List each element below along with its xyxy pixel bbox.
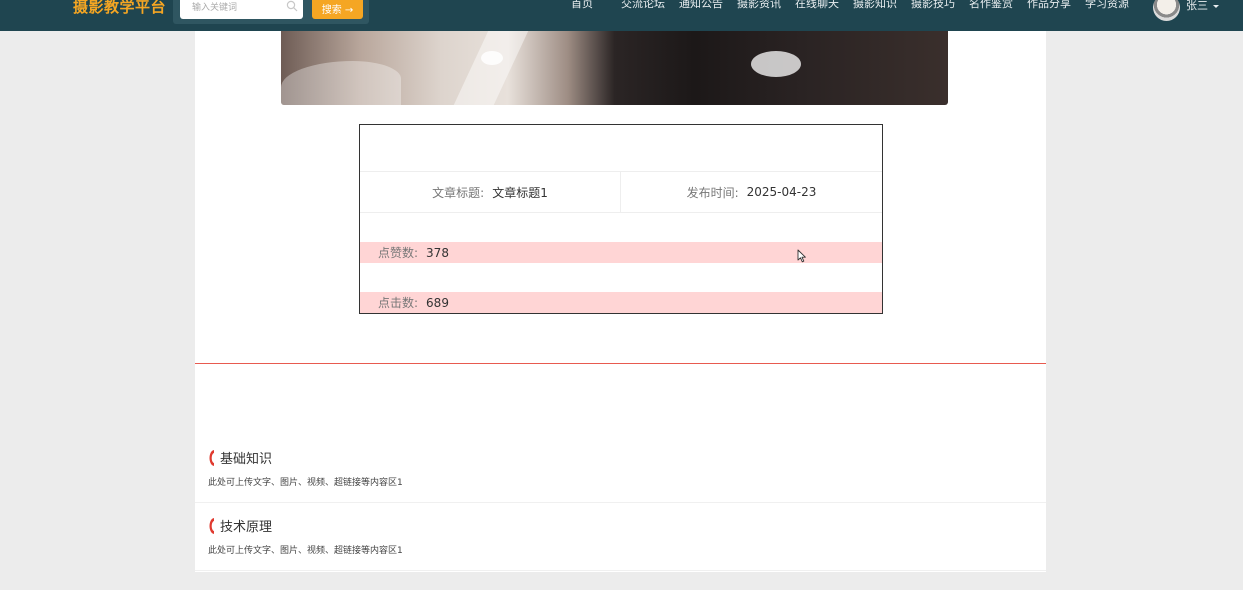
section-divider: [195, 363, 1046, 364]
content-section[interactable]: 技术原理 此处可上传文字、图片、视频、超链接等内容区1: [195, 503, 1046, 571]
title-cell: 文章标题: 文章标题1: [360, 172, 621, 212]
main-nav: 首页 交流论坛 通知公告 摄影资讯 在线聊天 摄影知识 摄影技巧 名作鉴赏 作品…: [571, 0, 1143, 11]
search-icon[interactable]: [286, 0, 298, 12]
article-info-table: 文章标题: 文章标题1 发布时间: 2025-04-23 点赞数: 378 点击…: [359, 124, 883, 314]
section-title-text: 技术原理: [220, 520, 273, 535]
site-logo[interactable]: 摄影教学平台: [73, 0, 166, 17]
search-button[interactable]: 搜索 →: [312, 0, 363, 19]
article-banner-image: [281, 31, 948, 105]
title-value: 文章标题1: [492, 185, 548, 200]
nav-item-knowledge[interactable]: 摄影知识: [853, 0, 897, 11]
section-marker-icon: [209, 449, 214, 466]
nav-item-news[interactable]: 摄影资讯: [737, 0, 781, 11]
nav-item-masterpieces[interactable]: 名作鉴赏: [969, 0, 1013, 11]
user-name: 张三: [1186, 0, 1208, 12]
date-cell: 发布时间: 2025-04-23: [621, 172, 882, 212]
nav-item-chat[interactable]: 在线聊天: [795, 0, 839, 11]
clicks-label: 点击数:: [378, 296, 419, 310]
search-bar: 搜索 →: [173, 0, 369, 24]
clicks-row: 点击数: 689: [360, 292, 882, 313]
content-section[interactable]: 基础知识 此处可上传文字、图片、视频、超链接等内容区1: [195, 435, 1046, 503]
likes-label: 点赞数:: [378, 246, 419, 260]
section-description: 此处可上传文字、图片、视频、超链接等内容区1: [208, 546, 403, 556]
nav-item-home[interactable]: 首页: [571, 0, 593, 11]
nav-item-forum[interactable]: 交流论坛: [621, 0, 665, 11]
chevron-down-icon: [1213, 4, 1219, 8]
section-title-text: 基础知识: [220, 452, 273, 467]
user-menu[interactable]: 张三: [1186, 0, 1219, 13]
section-marker-icon: [209, 517, 214, 534]
mouse-cursor-icon: [797, 249, 806, 263]
likes-value: 378: [426, 245, 449, 260]
clicks-value: 689: [426, 295, 449, 310]
avatar[interactable]: [1153, 0, 1180, 21]
section-title: 基础知识: [207, 448, 272, 467]
date-value: 2025-04-23: [746, 185, 817, 199]
section-description: 此处可上传文字、图片、视频、超链接等内容区1: [208, 478, 403, 488]
section-title: 技术原理: [207, 516, 272, 535]
nav-item-resources[interactable]: 学习资源: [1085, 0, 1129, 11]
top-navbar: 摄影教学平台 搜索 → 首页 交流论坛 通知公告 摄影资讯 在线聊天 摄影知识 …: [0, 0, 1243, 31]
title-label: 文章标题:: [432, 185, 485, 200]
nav-item-notices[interactable]: 通知公告: [679, 0, 723, 11]
nav-item-works[interactable]: 作品分享: [1027, 0, 1071, 11]
search-input[interactable]: [180, 0, 303, 19]
nav-item-skills[interactable]: 摄影技巧: [911, 0, 955, 11]
title-date-row: 文章标题: 文章标题1 发布时间: 2025-04-23: [360, 171, 882, 213]
main-panel: 文章标题: 文章标题1 发布时间: 2025-04-23 点赞数: 378 点击…: [195, 31, 1046, 572]
date-label: 发布时间:: [686, 185, 739, 200]
